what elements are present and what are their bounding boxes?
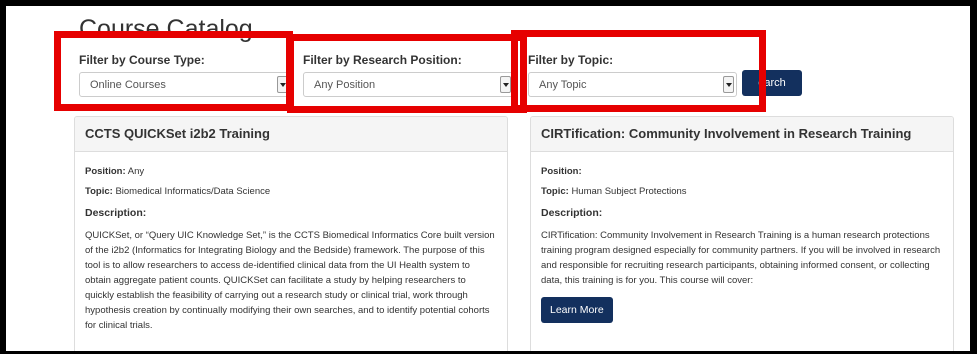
highlight-box-course-type bbox=[54, 31, 293, 111]
highlight-box-research-position bbox=[287, 34, 527, 113]
course-description: QUICKSet, or “Query UIC Knowledge Set,” … bbox=[85, 230, 495, 331]
topic-label: Topic: bbox=[541, 186, 569, 197]
topic-row: Topic: Biomedical Informatics/Data Scien… bbox=[85, 186, 497, 198]
position-value: Any bbox=[127, 166, 145, 177]
topic-label: Topic: bbox=[85, 186, 113, 197]
position-row: Position: Any bbox=[85, 166, 497, 178]
position-row: Position: bbox=[541, 166, 943, 178]
highlight-box-topic bbox=[511, 30, 766, 112]
topic-value: Human Subject Protections bbox=[571, 186, 687, 197]
course-card-title: CIRTification: Community Involvement in … bbox=[531, 117, 953, 152]
course-catalog-page: Course Catalog Filter by Course Type: On… bbox=[6, 6, 970, 351]
course-description: CIRTification: Community Involvement in … bbox=[541, 230, 941, 286]
position-label: Position: bbox=[85, 166, 126, 177]
course-card: CIRTification: Community Involvement in … bbox=[530, 116, 954, 351]
course-card-title: CCTS QUICKSet i2b2 Training bbox=[75, 117, 507, 152]
description-label: Description: bbox=[541, 207, 603, 219]
topic-row: Topic: Human Subject Protections bbox=[541, 186, 943, 198]
topic-value: Biomedical Informatics/Data Science bbox=[115, 186, 271, 197]
position-label: Position: bbox=[541, 166, 582, 177]
course-card-body: Position: Any Topic: Biomedical Informat… bbox=[75, 152, 507, 333]
course-card-body: Position: Topic: Human Subject Protectio… bbox=[531, 152, 953, 323]
learn-more-button[interactable]: Learn More bbox=[541, 297, 613, 323]
course-card: CCTS QUICKSet i2b2 Training Position: An… bbox=[74, 116, 508, 351]
description-label: Description: bbox=[85, 207, 147, 219]
